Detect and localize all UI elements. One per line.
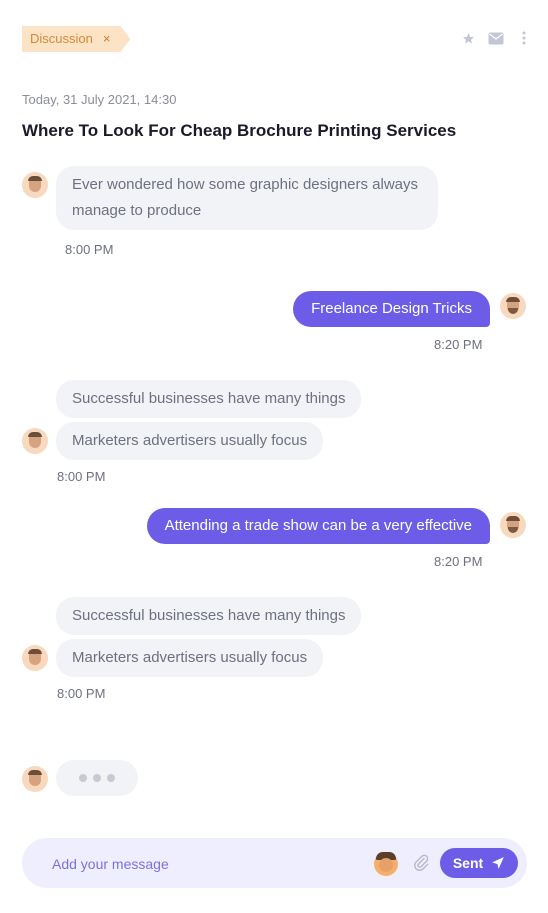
send-icon — [492, 857, 505, 869]
mail-icon[interactable] — [488, 30, 504, 46]
message-time: 8:00 PM — [65, 242, 114, 257]
message-time: 8:00 PM — [57, 469, 106, 484]
outgoing-message: Attending a trade show can be a very eff… — [146, 508, 490, 544]
incoming-message: Marketers advertisers usually focus — [56, 639, 324, 677]
avatar — [22, 172, 48, 198]
discussion-tag[interactable]: Discussion × — [22, 26, 130, 52]
tag-label: Discussion — [30, 31, 93, 46]
avatar — [22, 766, 48, 792]
avatar — [22, 645, 48, 671]
avatar — [500, 293, 526, 319]
typing-indicator — [56, 760, 138, 796]
attachment-icon[interactable] — [412, 854, 430, 872]
outgoing-message: Freelance Design Tricks — [293, 291, 490, 327]
more-vertical-icon[interactable] — [516, 30, 532, 46]
message-time: 8:00 PM — [57, 686, 106, 701]
message-composer: Sent — [22, 838, 527, 888]
avatar — [22, 428, 48, 454]
incoming-message: Successful businesses have many things — [56, 597, 362, 635]
message-time: 8:20 PM — [434, 554, 483, 569]
send-label: Sent — [452, 855, 484, 871]
typing-dot — [107, 774, 115, 782]
emoji-icon[interactable] — [374, 852, 398, 876]
typing-dot — [79, 774, 87, 782]
avatar — [500, 512, 526, 538]
incoming-message: Ever wondered how some graphic designers… — [56, 166, 438, 230]
top-actions — [460, 30, 532, 46]
incoming-message: Successful businesses have many things — [56, 380, 362, 418]
typing-dot — [93, 774, 101, 782]
top-bar: Discussion × — [0, 0, 548, 72]
message-input[interactable] — [50, 850, 354, 878]
send-button[interactable]: Sent — [440, 848, 518, 878]
star-icon[interactable] — [460, 30, 476, 46]
tag-close-icon[interactable]: × — [103, 26, 111, 52]
message-time: 8:20 PM — [434, 337, 483, 352]
incoming-message: Marketers advertisers usually focus — [56, 422, 324, 460]
conversation-title: Where To Look For Cheap Brochure Printin… — [22, 121, 457, 140]
conversation-date: Today, 31 July 2021, 14:30 — [22, 92, 177, 107]
